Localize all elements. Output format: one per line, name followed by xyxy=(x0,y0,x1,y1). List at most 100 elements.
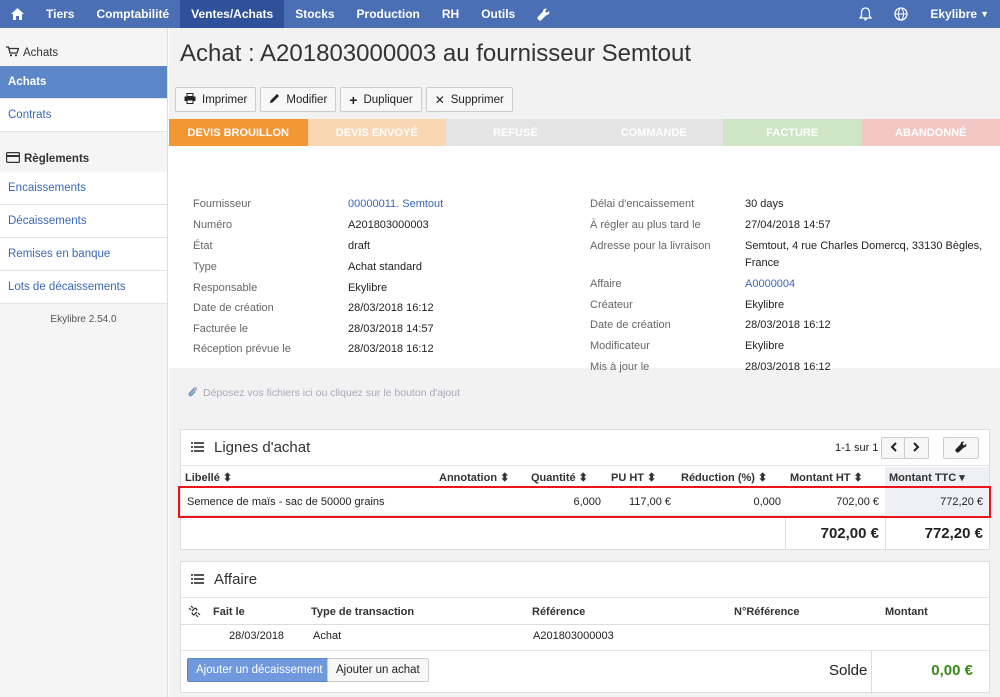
status-steps: DEVIS BROUILLON DEVIS ENVOYÉ REFUSÉ COMM… xyxy=(169,119,1000,146)
wrench-icon xyxy=(955,441,967,456)
sidebar-item-encaissements[interactable]: Encaissements xyxy=(0,172,167,205)
step-devis-envoye[interactable]: DEVIS ENVOYÉ xyxy=(307,119,446,146)
label-mis-a-jour: Mis à jour le xyxy=(590,361,650,373)
col-libelle[interactable]: Libellé ⬍ xyxy=(185,471,232,484)
col-reduction[interactable]: Réduction (%) ⬍ xyxy=(681,471,767,484)
balance-value: 0,00 € xyxy=(931,662,973,679)
top-navbar: Tiers Comptabilité Ventes/Achats Stocks … xyxy=(0,0,1000,28)
col-pu-ht[interactable]: PU HT ⬍ xyxy=(611,471,656,484)
sidebar-item-contrats[interactable]: Contrats xyxy=(0,99,167,132)
wrench-icon[interactable] xyxy=(526,0,561,28)
label-type: Type xyxy=(193,261,217,273)
step-abandonne[interactable]: ABANDONNÉ xyxy=(861,119,1000,146)
col-quantite[interactable]: Quantité ⬍ xyxy=(531,471,588,484)
purchase-details: Fournisseur 00000011. Semtout Numéro A20… xyxy=(169,146,1000,373)
paperclip-icon xyxy=(188,386,197,400)
app-version: Ekylibre 2.54.0 xyxy=(50,314,117,325)
value-date-creation-right: 28/03/2018 16:12 xyxy=(745,319,831,331)
nav-comptabilite[interactable]: Comptabilité xyxy=(85,0,180,28)
table-header: Libellé ⬍ Annotation ⬍ Quantité ⬍ PU HT … xyxy=(181,467,989,487)
panel-title: Lignes d'achat xyxy=(214,439,311,456)
affaire-panel: Affaire Fait le Type de transaction Réfé… xyxy=(180,561,990,694)
step-devis-brouillon[interactable]: DEVIS BROUILLON xyxy=(169,119,308,146)
total-ht: 702,00 € xyxy=(820,525,879,542)
prev-page-button[interactable] xyxy=(881,437,905,459)
duplicate-button[interactable]: + Dupliquer xyxy=(340,87,422,112)
nav-ventes-achats[interactable]: Ventes/Achats xyxy=(180,0,285,28)
sidebar: Achats Achats Contrats Règlements Encais… xyxy=(0,28,168,697)
edit-button[interactable]: Modifier xyxy=(260,87,337,112)
user-menu[interactable]: Ekylibre ▼ xyxy=(919,0,1000,28)
affaire-link[interactable]: A0000004 xyxy=(745,278,795,290)
label-createur: Créateur xyxy=(590,299,633,311)
value-facturee-le: 28/03/2018 14:57 xyxy=(348,323,434,335)
step-commande[interactable]: COMMANDE xyxy=(584,119,723,146)
unlink-icon[interactable] xyxy=(188,605,201,621)
pagination-info: 1-1 sur 1 xyxy=(835,442,879,454)
value-a-regler: 27/04/2018 14:57 xyxy=(745,219,831,231)
col-type-transaction: Type de transaction xyxy=(311,606,415,618)
value-createur: Ekylibre xyxy=(745,299,785,311)
label-etat: État xyxy=(193,240,213,252)
nav-rh[interactable]: RH xyxy=(431,0,470,28)
cart-icon xyxy=(6,46,20,60)
caret-down-icon: ▼ xyxy=(980,9,989,19)
add-payment-button[interactable]: Ajouter un décaissement xyxy=(187,658,332,682)
pencil-icon xyxy=(269,93,280,107)
supplier-link[interactable]: 00000011. Semtout xyxy=(348,198,443,210)
file-dropzone[interactable]: Déposez vos fichiers ici ou cliquez sur … xyxy=(188,386,460,400)
sidebar-section-reglements: Règlements xyxy=(0,146,167,172)
list-icon xyxy=(191,573,204,587)
nav-production[interactable]: Production xyxy=(346,0,431,28)
col-montant-ttc[interactable]: Montant TTC ▾ xyxy=(889,471,965,484)
value-etat: draft xyxy=(348,240,371,252)
label-date-creation: Date de création xyxy=(193,302,274,314)
plus-icon: + xyxy=(349,91,358,108)
value-responsable: Ekylibre xyxy=(348,282,388,294)
globe-icon[interactable] xyxy=(883,0,919,28)
col-n-reference: N°Référence xyxy=(734,606,800,618)
next-page-button[interactable] xyxy=(905,437,929,459)
value-adresse-livraison: Semtout, 4 rue Charles Domercq, 33130 Bè… xyxy=(745,240,983,252)
label-reception-prevue: Réception prévue le xyxy=(193,343,291,355)
label-affaire: Affaire xyxy=(590,278,622,290)
cell-type: Achat xyxy=(313,630,342,642)
nav-outils[interactable]: Outils xyxy=(470,0,526,28)
nav-stocks[interactable]: Stocks xyxy=(284,0,345,28)
chevron-left-icon xyxy=(890,441,897,455)
bell-icon[interactable] xyxy=(848,0,883,28)
user-name: Ekylibre xyxy=(930,7,978,21)
label-delai-encaissement: Délai d'encaissement xyxy=(590,198,695,210)
value-delai-encaissement: 30 days xyxy=(745,198,784,210)
reference-link[interactable]: A201803000003 xyxy=(533,630,614,642)
add-purchase-button[interactable]: Ajouter un achat xyxy=(327,658,429,682)
sidebar-item-achats[interactable]: Achats xyxy=(0,66,167,99)
col-annotation[interactable]: Annotation ⬍ xyxy=(439,471,509,484)
delete-button[interactable]: ✕ Supprimer xyxy=(425,87,513,112)
value-mis-a-jour: 28/03/2018 16:12 xyxy=(745,361,831,373)
close-icon: ✕ xyxy=(434,92,445,107)
step-facture[interactable]: FACTURE xyxy=(723,119,862,146)
sidebar-item-lots-de-decaissements[interactable]: Lots de décaissements xyxy=(0,271,167,304)
sidebar-item-decaissements[interactable]: Décaissements xyxy=(0,205,167,238)
col-montant-ht[interactable]: Montant HT ⬍ xyxy=(790,471,863,484)
print-button[interactable]: Imprimer xyxy=(175,87,257,112)
home-icon[interactable] xyxy=(0,0,35,28)
list-icon xyxy=(191,441,204,455)
affaire-panel-header: Affaire xyxy=(181,562,989,598)
col-reference: Référence xyxy=(532,606,586,618)
table-settings-button[interactable] xyxy=(943,437,979,459)
printer-icon xyxy=(184,92,196,107)
balance-label: Solde xyxy=(829,662,868,679)
col-fait-le: Fait le xyxy=(213,606,245,618)
highlight-box xyxy=(178,486,991,518)
value-reception-prevue: 28/03/2018 16:12 xyxy=(348,343,434,355)
sidebar-item-remises-en-banque[interactable]: Remises en banque xyxy=(0,238,167,271)
nav-tiers[interactable]: Tiers xyxy=(35,0,85,28)
value-type: Achat standard xyxy=(348,261,422,273)
value-numero: A201803000003 xyxy=(348,219,429,231)
table-row: 28/03/2018 Achat A201803000003 xyxy=(181,626,989,650)
step-refuse[interactable]: REFUSÉ xyxy=(446,119,585,146)
value-date-creation: 28/03/2018 16:12 xyxy=(348,302,434,314)
label-numero: Numéro xyxy=(193,219,233,231)
